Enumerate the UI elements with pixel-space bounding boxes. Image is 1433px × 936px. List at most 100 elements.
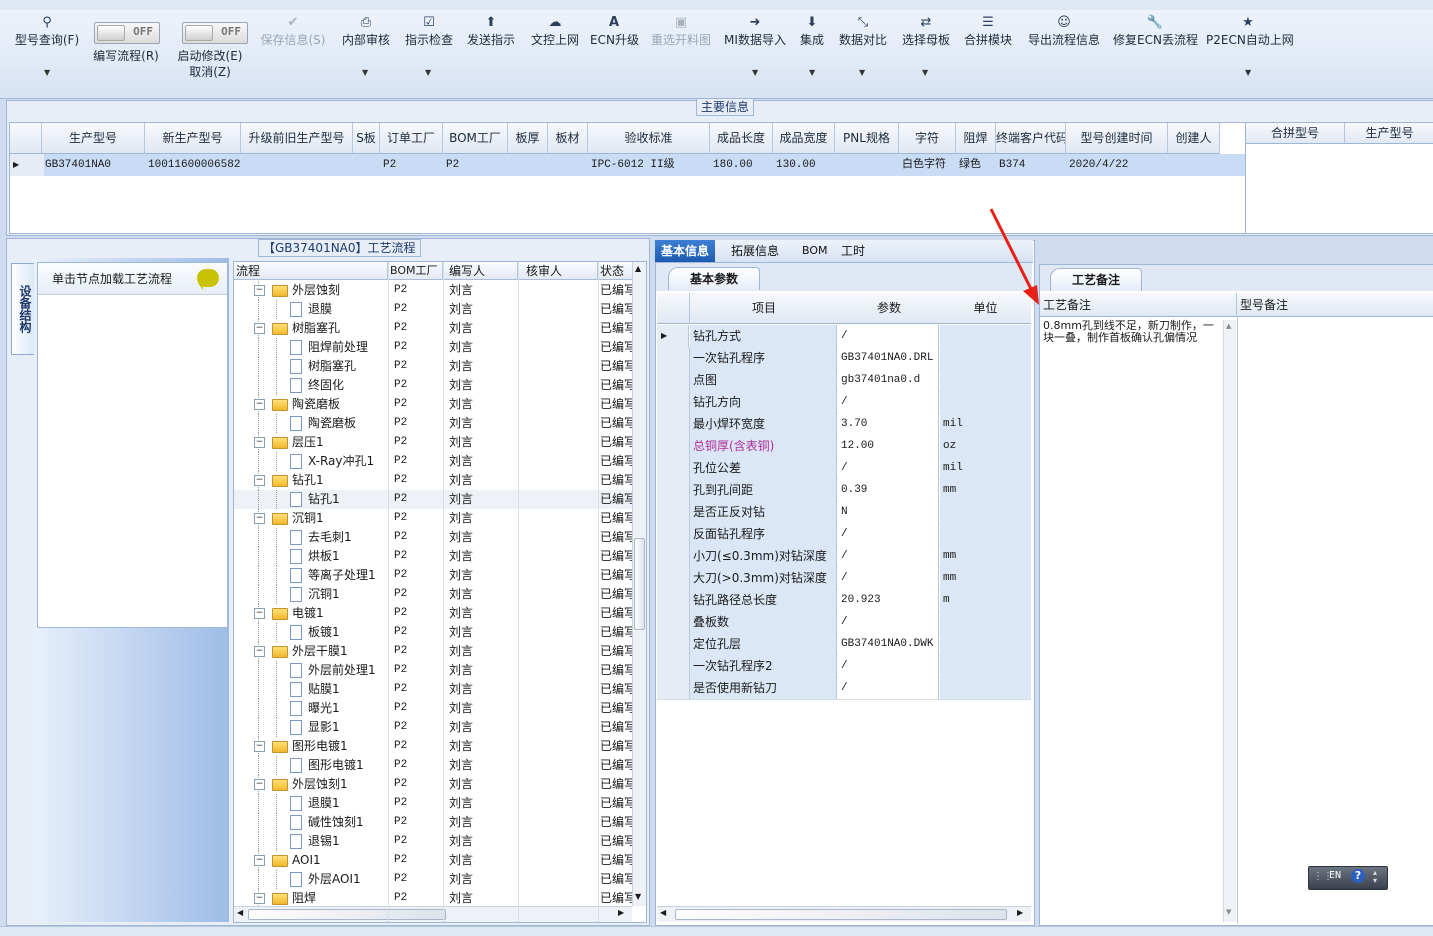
tree-col-header[interactable]: 核审人 — [518, 262, 598, 280]
param-row[interactable]: 总铜厚(含表铜) 12.00 oz — [657, 435, 1031, 458]
param-value[interactable]: / — [838, 391, 939, 413]
scroll-thumb[interactable] — [634, 538, 645, 630]
export-process-info-button[interactable]: ☺ 导出流程信息 — [1026, 14, 1102, 48]
ecn-upgrade-button[interactable]: A ECN升级 — [590, 14, 639, 48]
tree-vertical-scrollbar[interactable]: ▲ ▼ — [632, 262, 646, 906]
tree-row[interactable]: 沉铜1 P2 刘言 已编写 — [234, 585, 634, 604]
collapse-toggle-icon[interactable]: − — [254, 285, 265, 296]
scroll-thumb[interactable] — [248, 909, 446, 920]
param-value[interactable]: / — [838, 677, 939, 699]
tree-row[interactable]: 显影1 P2 刘言 已编写 — [234, 718, 634, 737]
main-col-header[interactable]: 成品宽度 — [773, 123, 835, 154]
tree-row[interactable]: − 外层蚀刻 P2 刘言 已编写 — [234, 281, 634, 300]
tree-row[interactable]: 去毛刺1 P2 刘言 已编写 — [234, 528, 634, 547]
check-dropdown-icon[interactable]: ▼ — [425, 68, 431, 77]
tree-row[interactable]: − 钻孔1 P2 刘言 已编写 — [234, 471, 634, 490]
param-row[interactable]: 最小焊环宽度 3.70 mil — [657, 413, 1031, 436]
param-col-header[interactable]: 参数 — [838, 293, 941, 324]
tree-row[interactable]: 外层AOI1 P2 刘言 已编写 — [234, 870, 634, 889]
param-row[interactable]: 大刀(>0.3mm)对钻深度 / mm — [657, 567, 1031, 590]
doc-control-upload-button[interactable]: ☁ 文控上网 — [529, 14, 581, 48]
internal-review-button[interactable]: ⎙ 内部审核 — [340, 14, 392, 48]
param-row[interactable]: ▶ 钻孔方式 / — [657, 325, 1031, 348]
main-col-header[interactable]: 订单工厂 — [380, 123, 443, 154]
merge-module-button[interactable]: ☰ 合拼模块 — [963, 14, 1013, 48]
tree-row[interactable]: 终固化 P2 刘言 已编写 — [234, 376, 634, 395]
tab-basic-params[interactable]: 基本参数 — [668, 267, 760, 290]
scroll-left-icon[interactable]: ◀ — [660, 908, 666, 917]
p2ecn-auto-upload-button[interactable]: ★ P2ECN自动上网 — [1206, 14, 1294, 48]
main-col-header[interactable]: 升级前旧生产型号 — [241, 123, 353, 154]
tree-col-header[interactable]: 状态 — [598, 262, 634, 280]
tree-row[interactable]: 碱性蚀刻1 P2 刘言 已编写 — [234, 813, 634, 832]
main-col-header[interactable]: 验收标准 — [588, 123, 710, 154]
table-row[interactable]: ▶ GB37401NA0 10011600006582 P2 P2 IPC-6012 II… — [10, 154, 1246, 176]
scroll-up-icon[interactable]: ▲ — [635, 264, 641, 273]
search-dropdown-icon[interactable]: ▼ — [44, 68, 50, 77]
collapse-toggle-icon[interactable]: − — [254, 323, 265, 334]
main-col-header[interactable]: BOM工厂 — [443, 123, 508, 154]
integrate-dropdown-icon[interactable]: ▼ — [809, 68, 815, 77]
param-row[interactable]: 反面钻孔程序 / — [657, 523, 1031, 546]
merge-col-header[interactable]: 合拼型号 — [1246, 123, 1345, 144]
collapse-toggle-icon[interactable]: − — [254, 779, 265, 790]
tree-row[interactable]: 曝光1 P2 刘言 已编写 — [234, 699, 634, 718]
notes-scrollbar[interactable]: ▲ ▼ — [1223, 320, 1236, 922]
tree-row[interactable]: − 陶瓷磨板 P2 刘言 已编写 — [234, 395, 634, 414]
process-notes-textarea[interactable]: 0.8mm孔到线不足，新刀制作，一块一叠，制作首板确认孔偏情况 — [1043, 320, 1223, 344]
write-process-toggle[interactable]: OFF — [94, 22, 160, 44]
param-row[interactable]: 孔到孔间距 0.39 mm — [657, 479, 1031, 502]
cancel-button[interactable]: 取消(Z) — [174, 64, 246, 80]
tree-horizontal-scrollbar[interactable]: ◀ ▶ — [234, 906, 632, 922]
param-col-header[interactable]: 项目 — [690, 293, 839, 324]
param-value[interactable]: 3.70 — [838, 413, 939, 435]
tree-row[interactable]: X-Ray冲孔1 P2 刘言 已编写 — [234, 452, 634, 471]
tree-col-header[interactable]: 编写人 — [443, 262, 518, 280]
param-row[interactable]: 一次钻孔程序 GB37401NA0.DRL — [657, 347, 1031, 370]
param-value[interactable]: 20.923 — [838, 589, 939, 611]
param-value[interactable]: / — [838, 545, 939, 567]
param-value[interactable]: / — [838, 457, 939, 479]
tree-row[interactable]: − 层压1 P2 刘言 已编写 — [234, 433, 634, 452]
param-value[interactable]: 0.39 — [838, 479, 939, 501]
param-value[interactable]: / — [838, 325, 939, 347]
collapse-toggle-icon[interactable]: − — [254, 437, 265, 448]
send-instruction-button[interactable]: ⬆ 发送指示 — [466, 14, 516, 48]
main-col-header[interactable]: 板材 — [548, 123, 588, 154]
tab-process-notes[interactable]: 工艺备注 — [1050, 268, 1142, 291]
main-col-header[interactable]: PNL规格 — [835, 123, 899, 154]
p2ecn-dropdown-icon[interactable]: ▼ — [1245, 68, 1251, 77]
tree-row[interactable]: 陶瓷磨板 P2 刘言 已编写 — [234, 414, 634, 433]
param-row[interactable]: 是否正反对钻 N — [657, 501, 1031, 524]
help-icon[interactable]: ? — [1351, 869, 1365, 883]
tree-row[interactable]: 板镀1 P2 刘言 已编写 — [234, 623, 634, 642]
tree-row[interactable]: 外层前处理1 P2 刘言 已编写 — [234, 661, 634, 680]
param-row[interactable]: 一次钻孔程序2/ — [657, 655, 1031, 678]
param-row[interactable]: 点图 gb37401na0.d — [657, 369, 1031, 392]
param-value[interactable]: / — [838, 523, 939, 545]
param-row[interactable]: 钻孔方向 / — [657, 391, 1031, 414]
collapse-toggle-icon[interactable]: − — [254, 893, 265, 904]
tree-row[interactable]: 阻焊前处理 P2 刘言 已编写 — [234, 338, 634, 357]
main-col-header[interactable]: S板 — [353, 123, 380, 154]
collapse-toggle-icon[interactable]: − — [254, 399, 265, 410]
search-button[interactable]: ⚲ 型号查询(F) — [12, 14, 82, 48]
collapse-toggle-icon[interactable]: − — [254, 513, 265, 524]
tree-row[interactable]: − 电镀1 P2 刘言 已编写 — [234, 604, 634, 623]
main-col-header[interactable]: 新生产型号 — [145, 123, 241, 154]
equipment-structure-tab[interactable]: 设备结构 — [11, 263, 34, 355]
collapse-toggle-icon[interactable]: − — [254, 741, 265, 752]
motherboard-dropdown-icon[interactable]: ▼ — [922, 68, 928, 77]
select-motherboard-button[interactable]: ⇄ 选择母板 — [900, 14, 952, 48]
collapse-toggle-icon[interactable]: − — [254, 646, 265, 657]
param-row[interactable]: 是否使用新钻刀 / — [657, 677, 1031, 700]
tree-row[interactable]: 退锡1 P2 刘言 已编写 — [234, 832, 634, 851]
tree-row[interactable]: 等离子处理1 P2 刘言 已编写 — [234, 566, 634, 585]
tree-row[interactable]: 钻孔1 P2 刘言 已编写 — [234, 490, 634, 509]
scroll-left-icon[interactable]: ◀ — [237, 908, 243, 917]
tree-row[interactable]: 烘板1 P2 刘言 已编写 — [234, 547, 634, 566]
param-value[interactable]: 12.00 — [838, 435, 939, 457]
param-row[interactable]: 孔位公差 / mil — [657, 457, 1031, 480]
param-value[interactable]: N — [838, 501, 939, 523]
param-row[interactable]: 小刀(≤0.3mm)对钻深度 / mm — [657, 545, 1031, 568]
